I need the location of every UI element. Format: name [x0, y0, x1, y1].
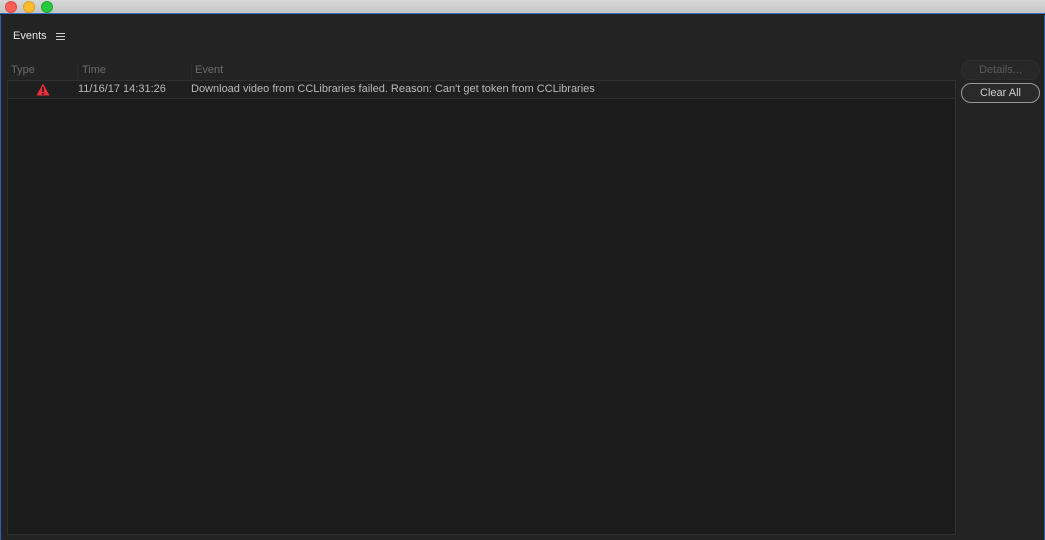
hamburger-menu-icon[interactable]	[55, 32, 65, 40]
events-list[interactable]: 11/16/17 14:31:26 Download video from CC…	[7, 80, 956, 535]
warning-icon	[36, 83, 50, 96]
window-zoom-button[interactable]	[41, 1, 53, 13]
clear-all-button[interactable]: Clear All	[961, 83, 1040, 103]
column-divider[interactable]	[77, 63, 78, 79]
panel-tab[interactable]: Events	[13, 30, 65, 42]
event-message: Download video from CCLibraries failed. …	[191, 83, 595, 95]
event-time: 11/16/17 14:31:26	[78, 83, 166, 95]
window-close-button[interactable]	[5, 1, 17, 13]
table-header: Type Time Event	[7, 63, 955, 79]
column-header-time[interactable]: Time	[82, 64, 106, 76]
column-header-type[interactable]: Type	[11, 64, 35, 76]
column-header-event[interactable]: Event	[195, 64, 223, 76]
column-divider[interactable]	[191, 63, 192, 79]
title-bar	[0, 0, 1045, 14]
details-button[interactable]: Details...	[961, 60, 1040, 80]
table-row[interactable]: 11/16/17 14:31:26 Download video from CC…	[8, 81, 955, 99]
panel-title: Events	[13, 30, 47, 42]
window-minimize-button[interactable]	[23, 1, 35, 13]
events-window: Events Type Time Event 11/16/17 14:31:26…	[0, 15, 1045, 540]
